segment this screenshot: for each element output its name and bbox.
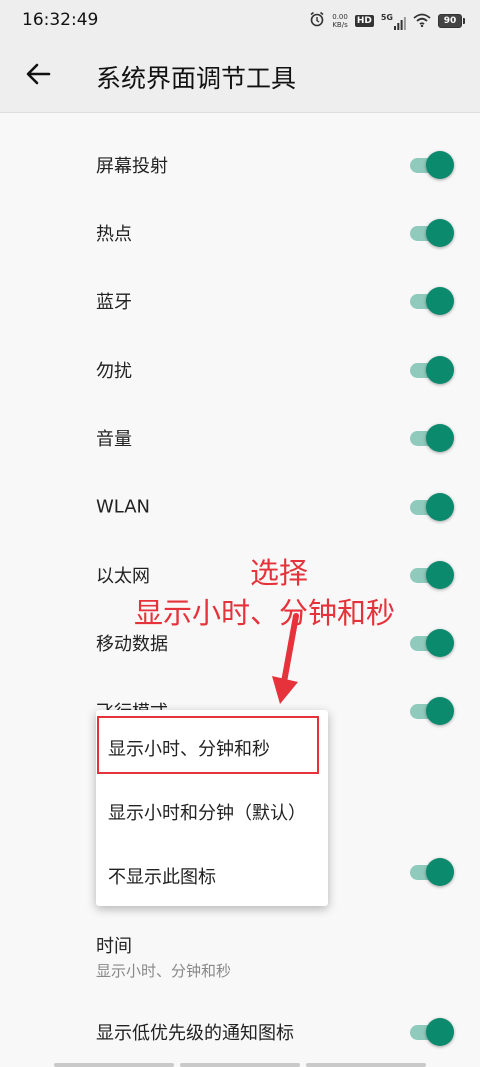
wifi-icon <box>413 12 431 31</box>
menu-item-hide-icon[interactable]: 不显示此图标 <box>96 844 328 908</box>
toggle-switch[interactable] <box>408 856 454 888</box>
signal-5g-icon: 5G <box>381 13 406 30</box>
toggle-switch[interactable] <box>408 217 454 249</box>
toggle-switch[interactable] <box>408 149 454 181</box>
setting-row-volume[interactable]: 音量 <box>0 404 480 472</box>
toggle-switch[interactable] <box>408 695 454 727</box>
highlight-box <box>97 716 319 774</box>
toggle-switch[interactable] <box>408 422 454 454</box>
menu-item-label: 不显示此图标 <box>108 867 216 888</box>
toggle-switch[interactable] <box>408 559 454 591</box>
setting-row-bluetooth[interactable]: 蓝牙 <box>0 267 480 335</box>
status-icons: 0.00 KB/s HD 5G 90 <box>309 10 465 32</box>
setting-label: 移动数据 <box>96 634 168 655</box>
setting-label: 音量 <box>96 429 132 450</box>
status-time: 16:32:49 <box>22 10 99 30</box>
setting-row-dnd[interactable]: 勿扰 <box>0 336 480 404</box>
hd-icon: HD <box>354 15 374 27</box>
net-speed-value: 0.00 <box>332 13 348 21</box>
setting-label: 显示低优先级的通知图标 <box>96 1023 294 1044</box>
setting-row-low-priority-icons[interactable]: 显示低优先级的通知图标 <box>0 998 480 1066</box>
setting-label: 勿扰 <box>96 361 132 382</box>
alarm-icon <box>309 11 325 31</box>
toggle-switch[interactable] <box>408 627 454 659</box>
net-speed-unit: KB/s <box>332 21 348 29</box>
back-button[interactable] <box>20 58 56 94</box>
menu-item-hours-minutes[interactable]: 显示小时和分钟（默认） <box>96 780 328 844</box>
setting-label: WLAN <box>96 496 151 518</box>
net-speed: 0.00 KB/s <box>332 13 348 29</box>
setting-row-time[interactable]: 时间 显示小时、分钟和秒 <box>0 922 480 992</box>
network-label: 5G <box>380 12 393 22</box>
menu-item-label: 显示小时和分钟（默认） <box>108 803 306 824</box>
annotation-line2: 显示小时、分钟和秒 <box>134 596 396 630</box>
app-bar: 系统界面调节工具 <box>0 40 480 113</box>
setting-row-hotspot[interactable]: 热点 <box>0 199 480 267</box>
setting-label: 热点 <box>96 224 132 245</box>
setting-label: 以太网 <box>96 566 150 587</box>
setting-label: 时间 <box>96 936 132 957</box>
setting-label: 屏幕投射 <box>96 156 168 177</box>
setting-row-wlan[interactable]: WLAN <box>0 473 480 541</box>
scroll-indicator <box>54 1063 426 1067</box>
setting-row-screencast[interactable]: 屏幕投射 <box>0 131 480 199</box>
annotation-line1: 选择 <box>250 556 309 590</box>
toggle-switch[interactable] <box>408 491 454 523</box>
toggle-switch[interactable] <box>408 285 454 317</box>
toggle-switch[interactable] <box>408 354 454 386</box>
battery-icon: 90 <box>438 14 465 28</box>
setting-label: 蓝牙 <box>96 292 132 313</box>
status-bar: 16:32:49 0.00 KB/s HD 5G 90 <box>0 0 480 40</box>
back-arrow-icon <box>25 61 51 91</box>
setting-summary: 显示小时、分钟和秒 <box>96 962 232 980</box>
annotation-arrow-icon <box>272 613 299 704</box>
toggle-switch[interactable] <box>408 1016 454 1048</box>
page-title: 系统界面调节工具 <box>96 64 297 93</box>
